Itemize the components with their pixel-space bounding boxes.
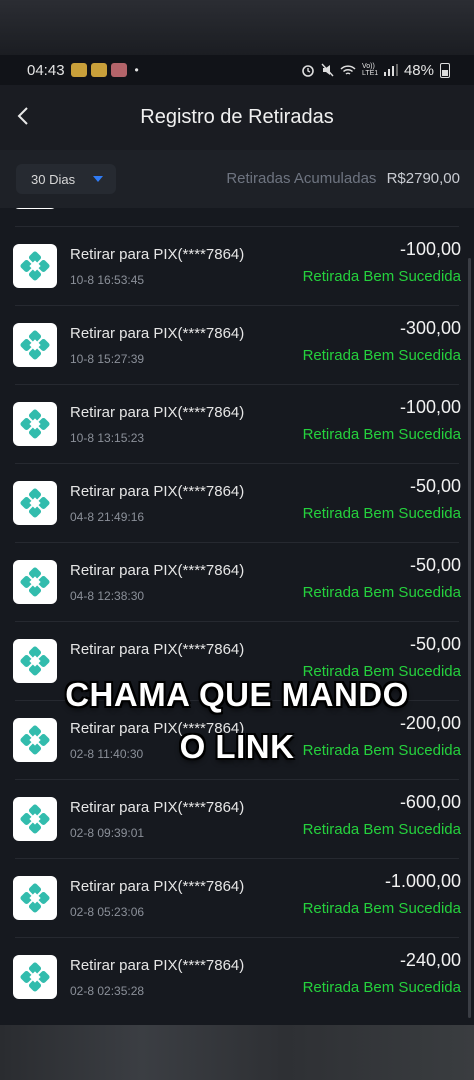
withdrawal-title: Retirar para PIX(****7864) [70,325,245,342]
withdrawal-list[interactable]: Retirar para PIX(****7864)10-8 19:39:48R… [0,208,474,1025]
row-divider [15,463,459,464]
pix-logo-icon [13,560,57,604]
withdrawal-amount: -50,00 [409,555,461,575]
withdrawal-date: 10-8 15:27:39 [70,352,145,366]
withdrawal-amount: -100,00 [399,397,461,417]
withdrawal-amount: -100,00 [399,239,461,259]
row-divider [15,226,459,227]
network-label: Vo)) LTE1 [361,63,379,77]
wifi-icon [340,64,356,75]
row-divider [15,937,459,938]
alarm-icon [302,65,314,77]
top-blur-region [0,0,474,55]
list-item[interactable]: Retirar para PIX(****7864) 10-8 13:15:23 -… [0,384,474,463]
list-item[interactable]: Retirar para PIX(****7864) 02-8 09:39:01 -… [0,779,474,858]
row-divider [15,779,459,780]
withdrawal-title: Retirar para PIX(****7864) [70,483,245,500]
withdrawal-status: Retirada Bem Sucedida [302,268,461,285]
list-item[interactable]: Retirar para PIX(****7864) 02-8 05:23:06 -… [0,858,474,937]
notification-icons [70,63,127,77]
accumulated-label: Retiradas Acumuladas [226,170,377,187]
overlay-caption-line1: CHAMA QUE MANDO [65,676,409,713]
pix-logo-icon [13,481,57,525]
battery-icon [440,62,450,78]
chevron-left-icon [17,107,28,125]
withdrawal-amount: -240,00 [399,950,461,970]
withdrawal-title: Retirar para PIX(****7864) [70,957,245,974]
withdrawal-date: 10-8 16:53:45 [70,273,145,287]
row-divider [15,858,459,859]
pix-logo-icon [13,323,57,367]
caret-down-icon [93,176,104,182]
list-item[interactable]: Retirar para PIX(****7864) 04-8 12:38:30 -… [0,542,474,621]
mute-icon [321,63,334,77]
list-item[interactable]: Retirar para PIX(****7864) 10-8 16:53:45 -… [0,226,474,305]
accumulated-withdrawals: Retiradas Acumuladas R$2790,00 [226,170,460,187]
pix-logo-icon [13,402,57,446]
app-header: Registro de Retiradas [0,85,474,150]
status-time: 04:43 [27,61,65,79]
withdrawal-status: Retirada Bem Sucedida [302,584,461,601]
list-item[interactable]: Retirar para PIX(****7864) 04-8 21:49:16 -… [0,463,474,542]
withdrawal-title: Retirar para PIX(****7864) [70,404,245,421]
back-button[interactable] [8,101,38,131]
withdrawal-title: Retirar para PIX(****7864) [70,641,245,658]
scrollbar[interactable] [468,258,471,1018]
withdrawal-amount: -300,00 [399,318,461,338]
system-icons: Vo)) LTE1 48% [301,62,450,79]
signal-icon [383,64,398,76]
withdrawal-date: 10-8 13:15:23 [70,431,145,445]
status-bar: 04:43 • Vo)) LTE1 48% [0,55,474,85]
withdrawal-date: 04-8 21:49:16 [70,510,145,524]
row-divider [15,305,459,306]
withdrawal-title: Retirar para PIX(****7864) [70,562,245,579]
bottom-blur-region [0,1025,474,1080]
withdrawal-status: Retirada Bem Sucedida [302,900,461,917]
list-item[interactable]: Retirar para PIX(****7864) 10-8 15:27:39 -… [0,305,474,384]
withdrawal-amount: -50,00 [409,476,461,496]
emoji-icon [70,63,87,77]
accumulated-value: R$2790,00 [386,170,460,187]
withdrawal-status: Retirada Bem Sucedida [302,979,461,996]
pix-logo-icon [13,876,57,920]
withdrawal-status: Retirada Bem Sucedida [302,505,461,522]
row-divider [15,384,459,385]
list-item[interactable]: Retirar para PIX(****7864)10-8 19:39:48R… [0,208,474,226]
withdrawal-amount: -600,00 [399,792,461,812]
row-divider [15,621,459,622]
period-label: 30 Dias [31,171,76,187]
page-title: Registro de Retiradas [140,106,334,128]
pix-logo-icon [13,955,57,999]
pix-logo-icon [13,244,57,288]
list-item[interactable]: Retirar para PIX(****7864) 02-8 02:35:28 -… [0,937,474,1016]
withdrawal-amount: -1.000,00 [384,871,461,891]
overlay-caption-line2: O LINK [179,728,295,765]
withdrawal-date: 04-8 12:38:30 [70,589,145,603]
withdrawal-amount: -50,00 [409,634,461,654]
withdrawal-status: Retirada Bem Sucedida [302,426,461,443]
withdrawal-title: Retirar para PIX(****7864) [70,799,245,816]
pix-logo-icon [13,208,57,209]
filter-bar: 30 Dias Retiradas Acumuladas R$2790,00 [0,150,474,208]
row-divider [15,542,459,543]
pix-logo-icon [13,797,57,841]
withdrawal-title: Retirar para PIX(****7864) [70,878,245,895]
emoji-icon [110,63,127,77]
emoji-icon [90,63,107,77]
status-dot: • [134,63,139,77]
withdrawal-status: Retirada Bem Sucedida [302,821,461,838]
withdrawal-status: Retirada Bem Sucedida [302,347,461,364]
withdrawal-date: 02-8 05:23:06 [70,905,145,919]
withdrawal-title: Retirar para PIX(****7864) [70,246,245,263]
withdrawal-date: 02-8 02:35:28 [70,984,145,998]
battery-percent: 48% [403,61,434,79]
period-dropdown[interactable]: 30 Dias [16,164,116,194]
withdrawal-date: 02-8 09:39:01 [70,826,145,840]
